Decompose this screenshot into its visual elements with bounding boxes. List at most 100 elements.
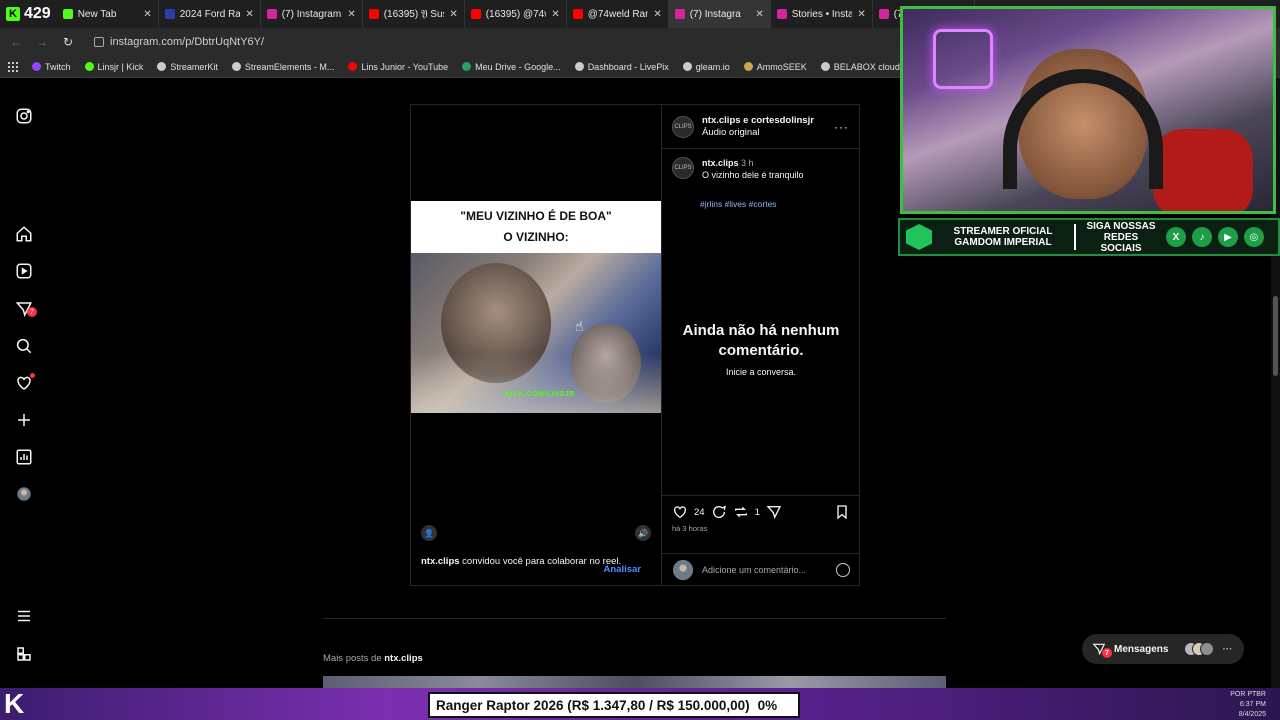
messages-badge: 7: [1102, 648, 1112, 658]
collab-user[interactable]: ntx.clips: [421, 556, 460, 567]
menu-icon[interactable]: [14, 606, 34, 626]
bookmark-label: gleam.io: [695, 61, 730, 72]
save-bookmark-icon[interactable]: [834, 504, 850, 520]
bookmark-item[interactable]: BELABOX cloud: [820, 61, 900, 72]
site-info-icon[interactable]: [94, 37, 104, 47]
caption-user[interactable]: ntx.clips: [702, 158, 739, 168]
heart-icon[interactable]: [14, 373, 35, 393]
back-button[interactable]: ←: [8, 35, 24, 49]
browser-tab[interactable]: New Tab ✕: [57, 0, 159, 28]
tab-label: (16395) 𝔜 Sus: [383, 8, 445, 20]
video-frame: KICK.COM/LINSJR: [411, 253, 661, 413]
profile-avatar[interactable]: [14, 484, 34, 504]
comment-icon[interactable]: [711, 504, 727, 520]
share-icon[interactable]: [766, 504, 782, 520]
bookmark-label: Lins Junior - YouTube: [361, 61, 449, 72]
tab-label: @74weld Rang: [587, 8, 649, 20]
video-caption-line1: "MEU VIZINHO É DE BOA": [460, 209, 612, 223]
also-from-meta-icon[interactable]: [14, 644, 34, 664]
bookmark-item[interactable]: StreamerKit: [157, 62, 218, 72]
browser-tab[interactable]: (7) Instagram ✕: [261, 0, 363, 28]
bookmark-label: AmmoSEEK: [756, 61, 807, 72]
x-social-icon: X: [1166, 227, 1186, 247]
bookmark-item[interactable]: gleam.io: [682, 61, 730, 72]
hashtags[interactable]: #jrlins #lives #cortes: [700, 199, 859, 209]
messages-button[interactable]: 7 Mensagens ···: [1082, 634, 1244, 664]
instagram-logo-icon[interactable]: [14, 106, 34, 126]
more-icon[interactable]: ···: [1222, 644, 1232, 655]
reload-button[interactable]: ↻: [60, 35, 76, 49]
browser-tab[interactable]: (16395) 𝔜 Sus ✕: [363, 0, 465, 28]
tab-close-icon[interactable]: ✕: [245, 9, 253, 20]
reel-video[interactable]: "MEU VIZINHO É DE BOA" O VIZINHO: KICK.C…: [411, 105, 661, 551]
author-avatar[interactable]: CLIPS: [672, 115, 694, 138]
url-field[interactable]: instagram.com/p/DbtrUqNtY6Y/: [94, 36, 264, 48]
bookmark-item[interactable]: Dashboard - LivePix: [574, 62, 669, 72]
browser-tab[interactable]: @74weld Rang ✕: [567, 0, 669, 28]
no-comments: Ainda não há nenhum comentário. Inicie a…: [662, 321, 860, 377]
tab-close-icon[interactable]: ✕: [653, 9, 661, 20]
browser-tab[interactable]: (7) Instagra ✕: [668, 0, 771, 28]
tab-close-icon[interactable]: ✕: [143, 9, 151, 20]
forward-button[interactable]: →: [34, 35, 50, 49]
hashtags-text[interactable]: #jrlins #lives #cortes: [700, 199, 777, 209]
goal-percent: 0%: [757, 697, 778, 713]
caption-time: 3 h: [741, 158, 754, 168]
more-posts-heading: Mais posts de ntx.clips: [323, 653, 423, 664]
dashboard-icon[interactable]: [14, 447, 34, 467]
tab-close-icon[interactable]: ✕: [755, 9, 763, 20]
tab-close-icon[interactable]: ✕: [347, 9, 355, 20]
scrollbar-thumb[interactable]: [1273, 296, 1278, 376]
bookmark-item[interactable]: Linsjr | Kick: [84, 62, 143, 72]
tiktok-social-icon: ♪: [1192, 227, 1212, 247]
tab-close-icon[interactable]: ✕: [857, 9, 865, 20]
add-comment-bar[interactable]: Adicione um comentário...: [662, 553, 860, 585]
bookmark-item[interactable]: Twitch: [32, 62, 71, 72]
activity-dot: [30, 373, 35, 378]
bookmark-item[interactable]: AmmoSEEK: [743, 61, 807, 72]
kick-viewer-counter: K 429: [0, 0, 57, 28]
no-comments-title: Ainda não há nenhum comentário.: [682, 322, 840, 359]
create-icon[interactable]: [14, 410, 34, 430]
tab-label: 2024 Ford Rang: [179, 8, 241, 20]
bookmark-item[interactable]: Meu Drive - Google...: [462, 62, 561, 72]
search-icon[interactable]: [14, 336, 34, 356]
bookmark-favicon-icon: [682, 62, 692, 71]
tab-close-icon[interactable]: ✕: [551, 9, 559, 20]
message-avatars: [1184, 642, 1215, 656]
bookmark-favicon-icon: [462, 62, 472, 71]
messages-icon[interactable]: 7: [14, 299, 37, 319]
tab-label: (7) Instagra: [689, 8, 741, 20]
bookmark-label: StreamerKit: [170, 61, 218, 72]
bookmark-label: BELABOX cloud: [833, 61, 900, 72]
bookmark-favicon-icon: [348, 62, 358, 71]
like-count[interactable]: 24: [694, 507, 705, 518]
caption-avatar[interactable]: CLIPS: [672, 157, 694, 179]
repost-icon[interactable]: [733, 504, 749, 520]
repost-count[interactable]: 1: [755, 507, 760, 518]
like-heart-icon[interactable]: [672, 504, 688, 520]
reels-icon[interactable]: [14, 261, 34, 281]
more-posts-user[interactable]: ntx.clips: [384, 653, 423, 664]
more-options-icon[interactable]: ···: [834, 120, 849, 134]
tab-close-icon[interactable]: ✕: [449, 9, 457, 20]
browser-tab[interactable]: (16395) @74w ✕: [465, 0, 567, 28]
browser-tab[interactable]: Stories • Instag ✕: [771, 0, 873, 28]
clock-lang: POR PTBR: [1230, 691, 1266, 698]
comment-input[interactable]: Adicione um comentário...: [702, 565, 806, 575]
bookmark-item[interactable]: Lins Junior - YouTube: [348, 62, 448, 72]
post-authors[interactable]: ntx.clips e cortesdolinsjr: [702, 115, 814, 126]
volume-icon[interactable]: 🔊: [635, 525, 651, 541]
bookmark-favicon-icon: [157, 62, 167, 71]
emoji-icon[interactable]: [836, 562, 850, 577]
kick-viewer-count: 429: [24, 5, 51, 22]
analisar-button[interactable]: Analisar: [604, 564, 642, 576]
home-icon[interactable]: [14, 224, 34, 244]
bookmark-item[interactable]: StreamElements - M...: [231, 62, 334, 72]
tagged-users-icon[interactable]: 👤: [421, 525, 437, 541]
audio-link[interactable]: Áudio original: [702, 127, 760, 138]
youtube-social-icon: ▶: [1218, 227, 1238, 247]
apps-grid-icon[interactable]: [8, 61, 18, 72]
browser-tab[interactable]: 2024 Ford Rang ✕: [159, 0, 261, 28]
tab-favicon-icon: [368, 9, 379, 19]
